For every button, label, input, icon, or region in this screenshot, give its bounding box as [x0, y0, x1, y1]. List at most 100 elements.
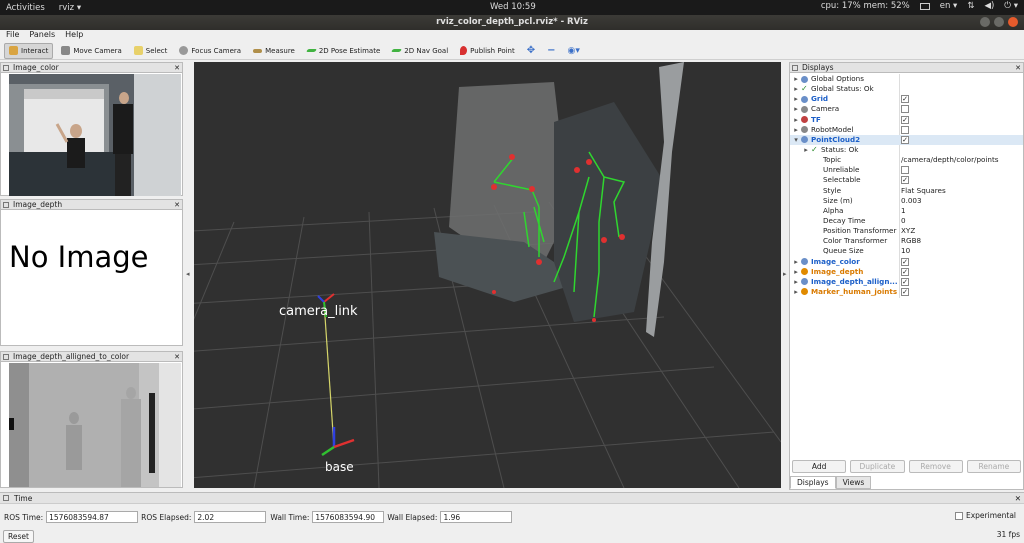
enable-checkbox[interactable]: [901, 125, 909, 134]
display-row[interactable]: ▸ RobotModel: [790, 125, 1023, 135]
display-row[interactable]: Size (m) 0.003: [790, 196, 1023, 206]
menu-help[interactable]: Help: [65, 30, 83, 41]
close-icon[interactable]: ✕: [174, 63, 180, 73]
collapsed-arrow-icon[interactable]: ▸: [793, 104, 799, 114]
display-row-value[interactable]: /camera/depth/color/points: [901, 155, 999, 165]
display-row-value[interactable]: RGB8: [901, 236, 921, 246]
rename-display-button[interactable]: Rename: [966, 460, 1021, 473]
display-row-value[interactable]: XYZ: [901, 226, 915, 236]
minimize-button[interactable]: [980, 17, 990, 27]
display-row[interactable]: ▸ TF ✓: [790, 115, 1023, 125]
maximize-button[interactable]: [994, 17, 1004, 27]
display-row-value[interactable]: 0.003: [901, 196, 922, 206]
dock-icon[interactable]: [3, 354, 9, 360]
display-row[interactable]: ▸ ✓ Status: Ok: [790, 145, 1023, 155]
display-row[interactable]: Color Transformer RGB8: [790, 236, 1023, 246]
display-row[interactable]: ▸ Image_depth ✓: [790, 267, 1023, 277]
display-row[interactable]: Queue Size 10: [790, 246, 1023, 256]
enable-checkbox[interactable]: ✓: [901, 287, 909, 296]
app-menu[interactable]: rviz ▾: [59, 3, 81, 13]
display-row[interactable]: Position Transformer XYZ: [790, 226, 1023, 236]
experimental-checkbox[interactable]: [954, 511, 963, 520]
display-row-value[interactable]: 1: [901, 206, 906, 216]
display-row[interactable]: Unreliable: [790, 165, 1023, 175]
add-tool-button[interactable]: ✥: [523, 43, 539, 59]
splitter-right-arrow-icon[interactable]: ▸: [783, 270, 787, 278]
close-icon[interactable]: ✕: [1015, 493, 1021, 504]
tool-2d-nav-goal[interactable]: 2D Nav Goal: [388, 43, 452, 59]
collapsed-arrow-icon[interactable]: ▸: [793, 267, 799, 277]
display-row-value[interactable]: Flat Squares: [901, 186, 946, 196]
expanded-arrow-icon[interactable]: ▾: [793, 135, 799, 145]
clock[interactable]: Wed 10:59: [490, 2, 536, 12]
collapsed-arrow-icon[interactable]: ▸: [803, 145, 809, 155]
display-row[interactable]: ▸ Camera: [790, 104, 1023, 114]
display-row[interactable]: ▸ Image_depth_allign... ✓: [790, 277, 1023, 287]
menu-panels[interactable]: Panels: [29, 30, 55, 41]
collapsed-arrow-icon[interactable]: ▸: [793, 257, 799, 267]
display-row[interactable]: ▸ Grid ✓: [790, 94, 1023, 104]
display-row[interactable]: Decay Time 0: [790, 216, 1023, 226]
add-display-button[interactable]: Add: [792, 460, 847, 473]
tool-select[interactable]: Select: [130, 43, 172, 59]
collapsed-arrow-icon[interactable]: ▸: [793, 115, 799, 125]
tool-publish-point[interactable]: Publish Point: [456, 43, 519, 59]
display-row[interactable]: ▸ ✓ Global Status: Ok: [790, 84, 1023, 94]
collapsed-arrow-icon[interactable]: ▸: [793, 277, 799, 287]
close-icon[interactable]: ✕: [174, 200, 180, 210]
wall-elapsed-field[interactable]: 1.96: [440, 511, 513, 523]
collapsed-arrow-icon[interactable]: ▸: [793, 84, 799, 94]
dock-icon[interactable]: [3, 495, 9, 501]
enable-checkbox[interactable]: ✓: [901, 257, 909, 266]
volume-icon[interactable]: ◀): [984, 1, 994, 11]
close-icon[interactable]: ✕: [174, 352, 180, 362]
ros-time-field[interactable]: 1576083594.87: [46, 511, 139, 523]
enable-checkbox[interactable]: ✓: [901, 267, 909, 276]
enable-checkbox[interactable]: ✓: [901, 135, 909, 144]
tool-move-camera[interactable]: Move Camera: [57, 43, 125, 59]
language-indicator[interactable]: en ▾: [940, 1, 958, 11]
tool-focus-camera[interactable]: Focus Camera: [175, 43, 245, 59]
display-row-value[interactable]: 10: [901, 246, 910, 256]
tool-measure[interactable]: Measure: [249, 43, 299, 59]
reset-button[interactable]: Reset: [3, 530, 34, 543]
network-icon[interactable]: ⇅: [967, 1, 974, 11]
cpu-mem-indicator[interactable]: cpu: 17% mem: 52%: [821, 1, 910, 11]
remove-display-button[interactable]: Remove: [908, 460, 963, 473]
display-row[interactable]: Alpha 1: [790, 206, 1023, 216]
collapsed-arrow-icon[interactable]: ▸: [793, 94, 799, 104]
splitter-left-arrow-icon[interactable]: ◂: [186, 270, 190, 278]
activities-button[interactable]: Activities: [6, 3, 45, 13]
collapsed-arrow-icon[interactable]: ▸: [793, 125, 799, 135]
display-row[interactable]: ▸ Image_color ✓: [790, 257, 1023, 267]
enable-checkbox[interactable]: ✓: [901, 176, 909, 185]
close-button[interactable]: [1008, 17, 1018, 27]
display-row[interactable]: ▸ Global Options: [790, 74, 1023, 84]
duplicate-display-button[interactable]: Duplicate: [850, 460, 905, 473]
menu-file[interactable]: File: [6, 30, 19, 41]
remove-tool-button[interactable]: −: [543, 43, 559, 59]
wall-time-field[interactable]: 1576083594.90: [312, 511, 385, 523]
display-row-value[interactable]: 0: [901, 216, 906, 226]
enable-checkbox[interactable]: ✓: [901, 95, 909, 104]
enable-checkbox[interactable]: [901, 166, 909, 175]
enable-checkbox[interactable]: ✓: [901, 277, 909, 286]
display-row[interactable]: Topic/camera/depth/color/points: [790, 155, 1023, 165]
tab-views[interactable]: Views: [835, 476, 872, 489]
display-row[interactable]: Style Flat Squares: [790, 186, 1023, 196]
tab-displays[interactable]: Displays: [790, 476, 836, 489]
tool-2d-pose-estimate[interactable]: 2D Pose Estimate: [303, 43, 384, 59]
close-icon[interactable]: ✕: [1015, 63, 1021, 73]
collapsed-arrow-icon[interactable]: ▸: [793, 74, 799, 84]
dock-icon[interactable]: [3, 65, 9, 71]
dock-icon[interactable]: [3, 202, 9, 208]
display-row[interactable]: ▾ PointCloud2 ✓: [790, 134, 1023, 145]
enable-checkbox[interactable]: [901, 105, 909, 114]
tool-interact[interactable]: Interact: [4, 42, 54, 59]
keyboard-icon[interactable]: [919, 2, 930, 10]
ros-elapsed-field[interactable]: 2.02: [194, 511, 267, 523]
enable-checkbox[interactable]: ✓: [901, 115, 909, 124]
collapsed-arrow-icon[interactable]: ▸: [793, 287, 799, 297]
dock-icon[interactable]: [792, 65, 798, 71]
display-row[interactable]: ▸ Marker_human_joints ✓: [790, 287, 1023, 297]
